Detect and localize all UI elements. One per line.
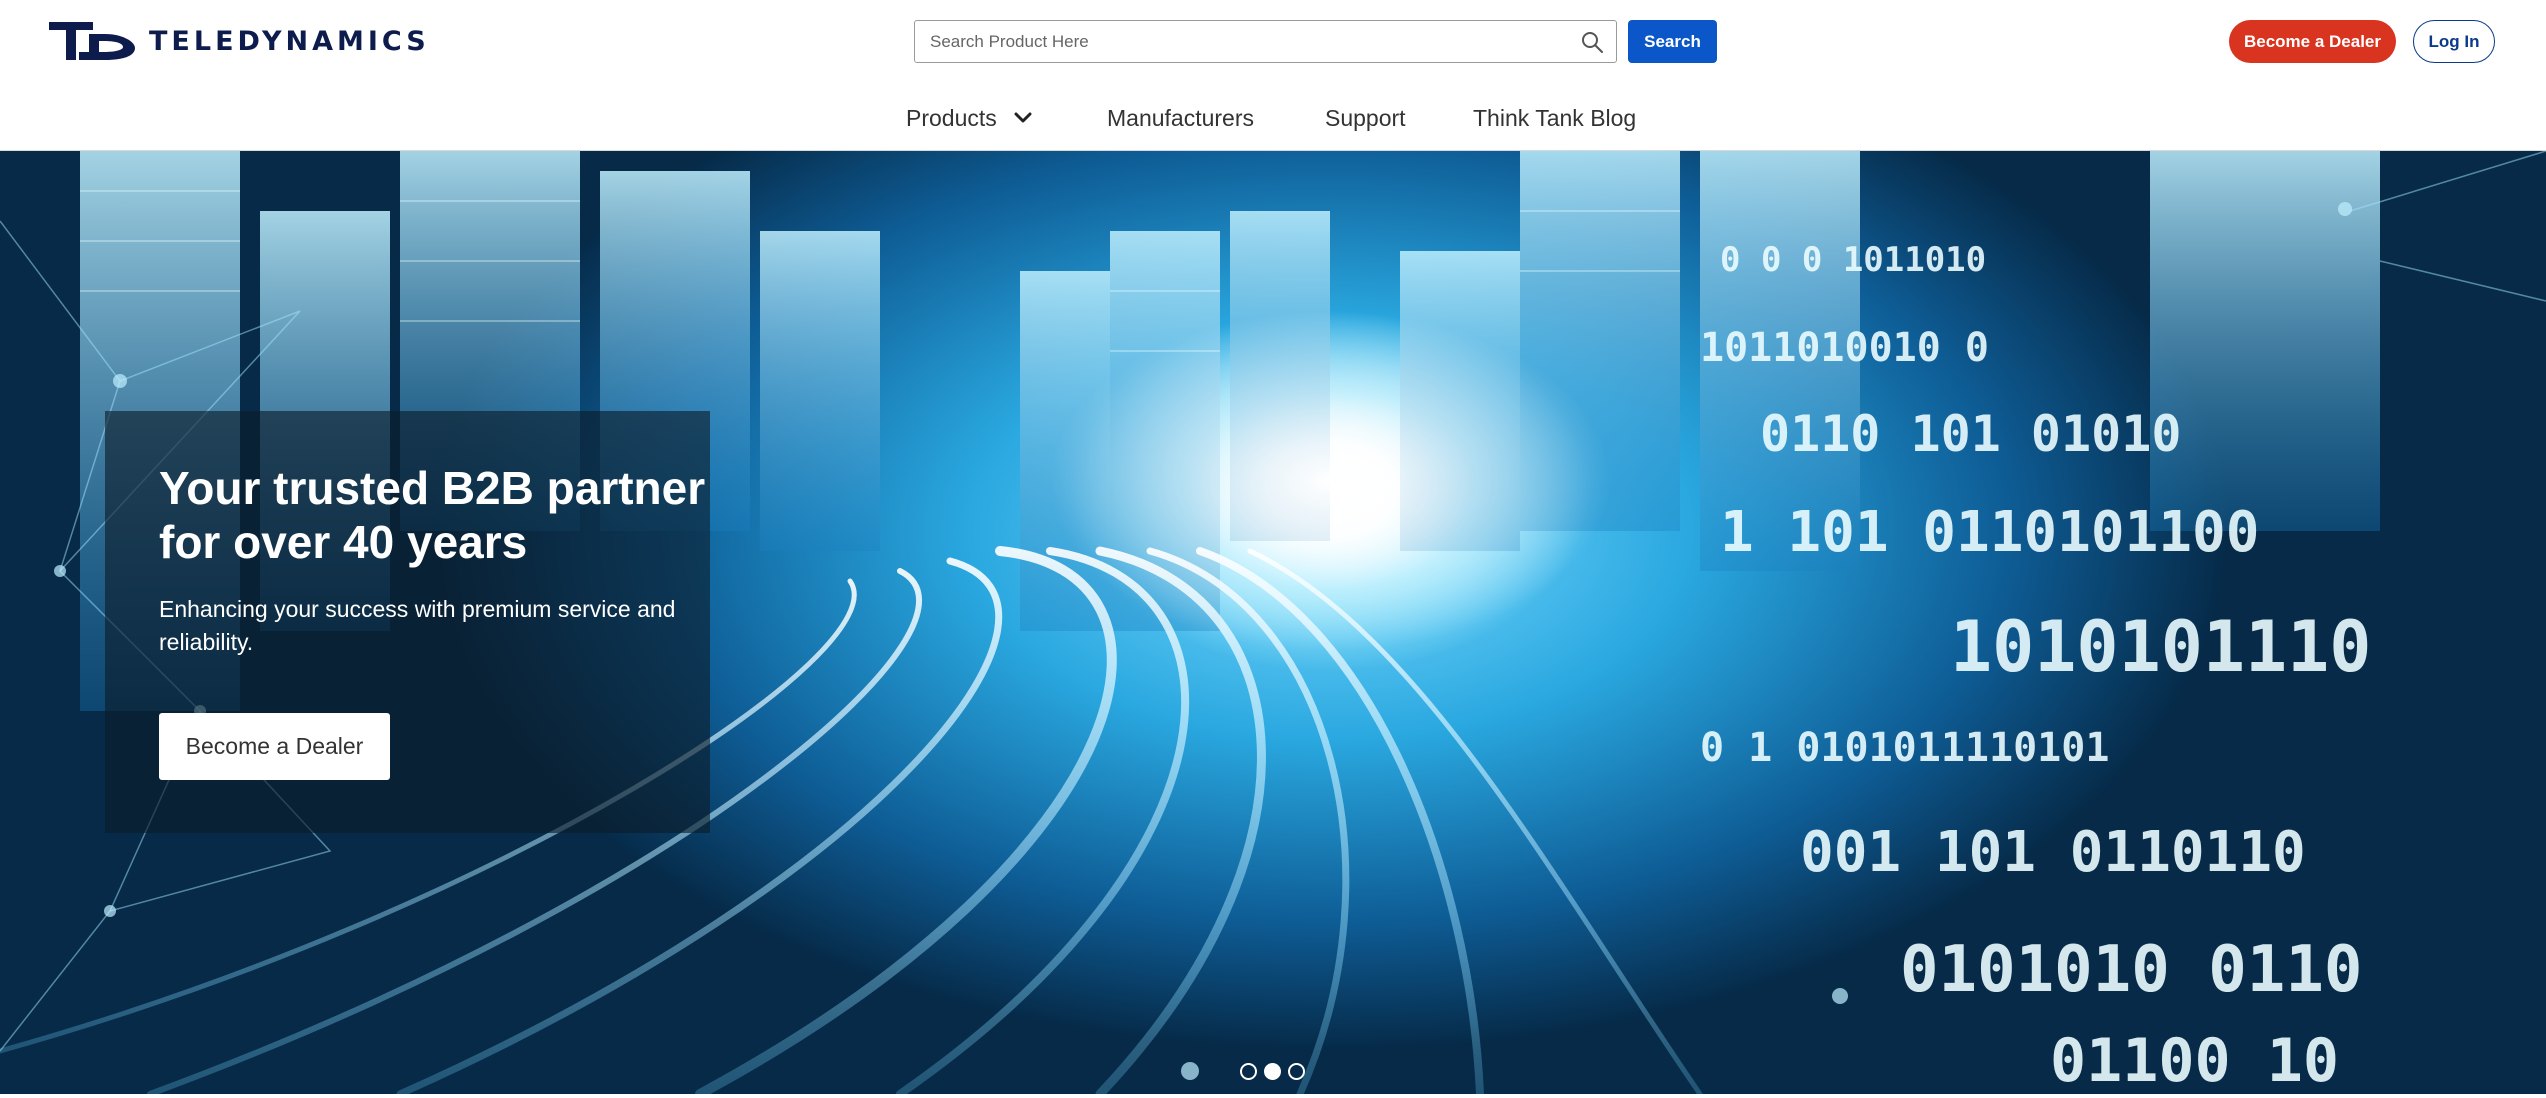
teledynamics-logo[interactable]: TELEDYNAMICS <box>49 20 430 62</box>
nav-item-label: Support <box>1325 104 1406 131</box>
search-icon[interactable] <box>1580 30 1604 54</box>
carousel-dot[interactable] <box>1240 1063 1257 1080</box>
nav-item-label: Products <box>906 104 997 131</box>
site-header: TELEDYNAMICS Search Become a Dealer Log … <box>0 0 2546 151</box>
svg-text:0 0 0 1011010: 0 0 0 1011010 <box>1720 240 1986 280</box>
svg-text:0110 101 01010: 0110 101 01010 <box>1760 405 2181 463</box>
svg-text:1 101 0110101100: 1 101 0110101100 <box>1720 500 2259 565</box>
search-box <box>914 20 1617 63</box>
carousel-indicators <box>1240 1063 1305 1080</box>
nav-item-support[interactable]: Support <box>1325 98 1406 138</box>
hero-banner: 0 0 0 1011010 1011010010 0 0110 101 0101… <box>0 151 2546 1094</box>
hero-title: Your trusted B2B partner for over 40 yea… <box>159 462 706 568</box>
svg-text:1011010010 0: 1011010010 0 <box>1700 325 1989 371</box>
login-button[interactable]: Log In <box>2413 20 2495 63</box>
nav-item-manufacturers[interactable]: Manufacturers <box>1107 98 1254 138</box>
chevron-down-icon <box>1014 112 1032 123</box>
svg-text:0 1 0101011110101: 0 1 0101011110101 <box>1700 725 2109 771</box>
carousel-dot[interactable] <box>1288 1063 1305 1080</box>
become-dealer-button[interactable]: Become a Dealer <box>2229 20 2396 63</box>
main-nav: Products Manufacturers Support Think Tan… <box>0 98 2546 138</box>
nav-item-label: Manufacturers <box>1107 104 1255 131</box>
hero-subtitle: Enhancing your success with premium serv… <box>159 596 676 655</box>
svg-text:1010101110: 1010101110 <box>1950 606 2371 688</box>
nav-item-think-tank-blog[interactable]: Think Tank Blog <box>1473 98 1636 138</box>
search-button[interactable]: Search <box>1628 20 1717 63</box>
svg-text:01100 10: 01100 10 <box>2050 1026 2339 1094</box>
search-input[interactable] <box>915 21 1555 62</box>
carousel-dot-active[interactable] <box>1264 1063 1281 1080</box>
brand-name: TELEDYNAMICS <box>149 25 430 57</box>
hero-become-dealer-button[interactable]: Become a Dealer <box>159 713 390 780</box>
nav-item-products[interactable]: Products <box>906 98 1035 138</box>
nav-item-label: Think Tank Blog <box>1473 104 1637 131</box>
svg-text:0101010 0110: 0101010 0110 <box>1900 933 2362 1007</box>
svg-text:001 101 0110110: 001 101 0110110 <box>1800 820 2306 885</box>
td-logo-icon <box>49 22 135 60</box>
